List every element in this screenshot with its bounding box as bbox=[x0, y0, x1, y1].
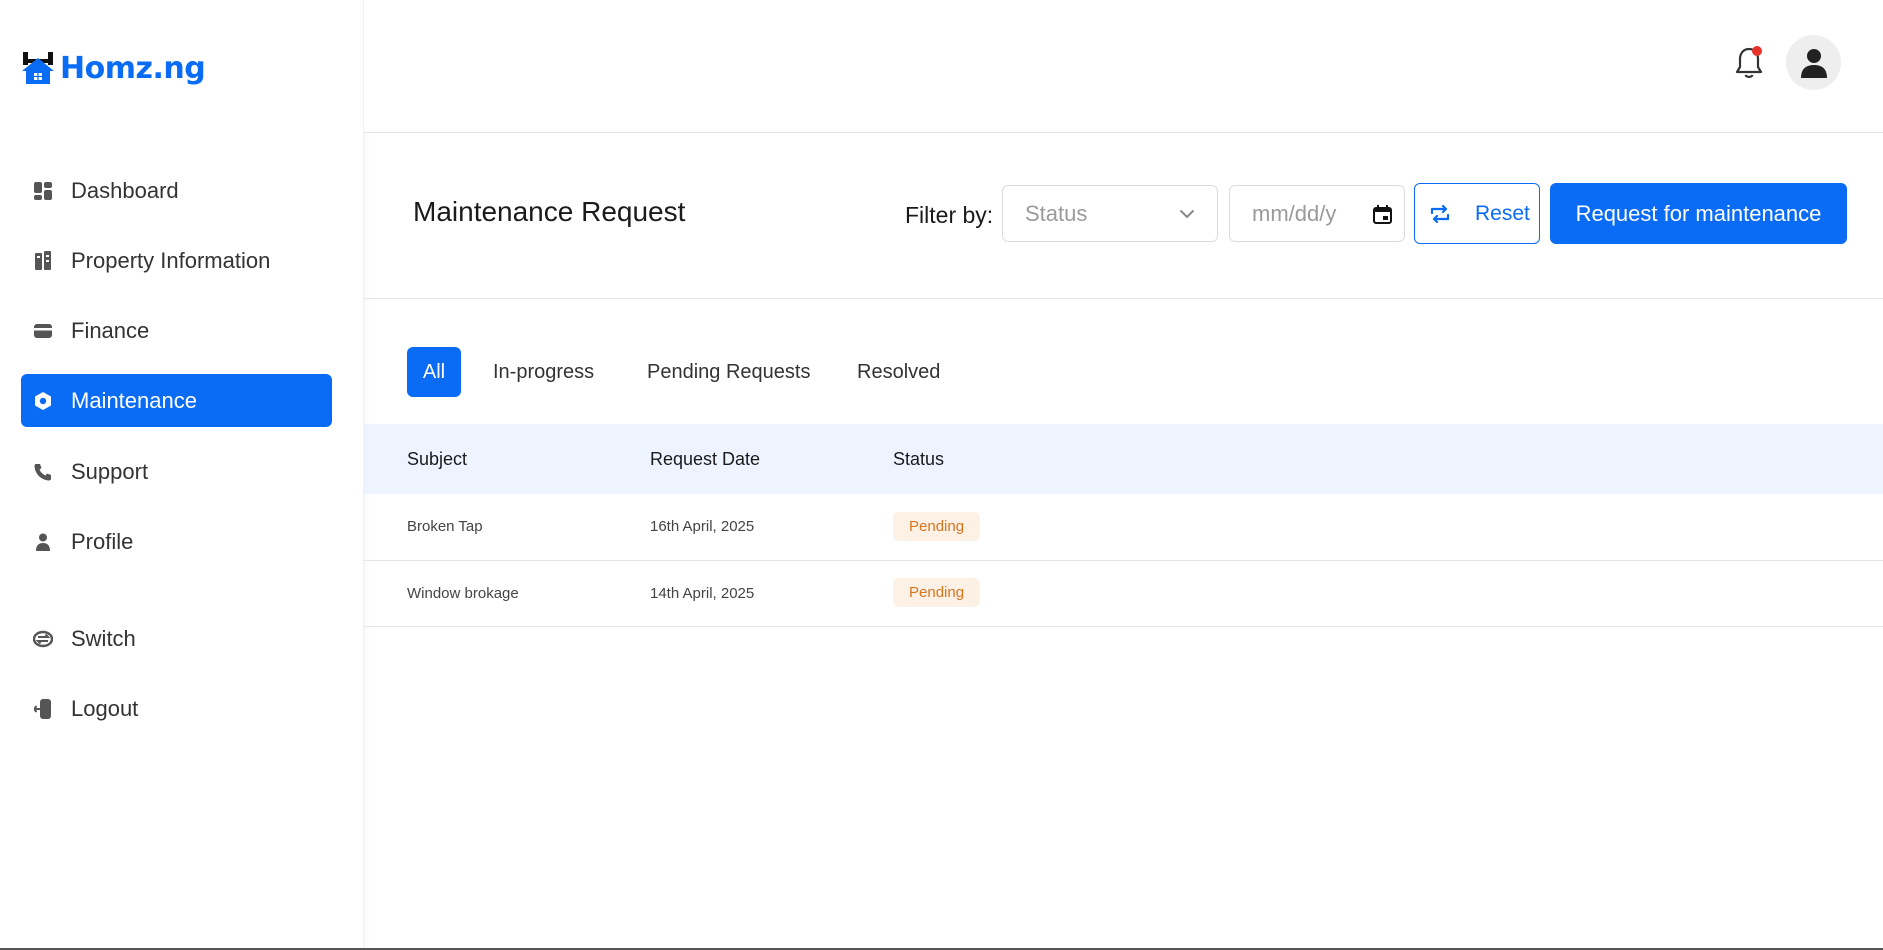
calendar-icon[interactable] bbox=[1373, 205, 1392, 224]
refresh-icon bbox=[1430, 204, 1450, 223]
table-row[interactable] bbox=[364, 494, 1883, 561]
row-request-date: 16th April, 2025 bbox=[650, 518, 755, 535]
request-maintenance-button[interactable]: Request for maintenance bbox=[1550, 183, 1847, 244]
avatar[interactable] bbox=[1786, 35, 1841, 90]
sidebar-item-logout[interactable]: Logout bbox=[21, 682, 332, 735]
status-badge: Pending bbox=[893, 578, 981, 607]
sidebar: Homz.ng Dashboard Property Information F… bbox=[0, 0, 364, 950]
sidebar-item-label: Dashboard bbox=[71, 177, 179, 203]
phone-icon bbox=[33, 462, 53, 482]
sidebar-item-label: Logout bbox=[71, 695, 139, 721]
sidebar-item-label: Maintenance bbox=[71, 387, 197, 413]
logout-icon bbox=[33, 698, 53, 719]
wallet-icon bbox=[33, 321, 53, 341]
tab-in-progress[interactable]: In-progress bbox=[477, 347, 610, 397]
status-select-value: Status bbox=[1025, 200, 1088, 226]
sidebar-item-maintenance[interactable]: Maintenance bbox=[21, 374, 332, 427]
building-icon bbox=[33, 250, 53, 271]
reset-button[interactable]: Reset bbox=[1414, 183, 1540, 244]
brand-name: Homz.ng bbox=[60, 50, 206, 86]
sidebar-item-profile[interactable]: Profile bbox=[21, 515, 332, 568]
status-select[interactable]: Status bbox=[1002, 185, 1218, 242]
filter-label: Filter by: bbox=[905, 202, 994, 228]
sidebar-item-label: Finance bbox=[71, 317, 150, 343]
sidebar-item-property-information[interactable]: Property Information bbox=[21, 234, 332, 287]
app-root: Homz.ng Dashboard Property Information F… bbox=[0, 0, 1883, 950]
row-request-date: 14th April, 2025 bbox=[650, 585, 755, 602]
maintenance-icon bbox=[33, 391, 53, 411]
sidebar-item-finance[interactable]: Finance bbox=[21, 304, 332, 357]
reset-button-label: Reset bbox=[1475, 201, 1530, 225]
column-header-request-date: Request Date bbox=[650, 449, 761, 469]
date-input-placeholder: mm/dd/y bbox=[1252, 200, 1337, 226]
dashboard-icon bbox=[33, 181, 53, 201]
top-bar bbox=[364, 0, 1883, 133]
row-subject: Window brokage bbox=[407, 585, 519, 602]
user-icon bbox=[1800, 48, 1827, 78]
notification-dot bbox=[1752, 46, 1762, 56]
sidebar-item-label: Property Information bbox=[71, 247, 271, 273]
table-row[interactable] bbox=[364, 560, 1883, 627]
sidebar-item-dashboard[interactable]: Dashboard bbox=[21, 164, 332, 217]
sidebar-item-label: Profile bbox=[71, 528, 134, 554]
status-badge: Pending bbox=[893, 512, 981, 541]
sidebar-item-support[interactable]: Support bbox=[21, 445, 332, 498]
date-input[interactable]: mm/dd/y bbox=[1229, 185, 1405, 242]
page-title: Maintenance Request bbox=[413, 196, 686, 227]
logo[interactable]: Homz.ng bbox=[20, 48, 206, 88]
row-subject: Broken Tap bbox=[407, 518, 483, 535]
person-icon bbox=[33, 532, 53, 552]
house-logo-icon bbox=[22, 52, 54, 84]
column-header-status: Status bbox=[893, 449, 945, 469]
table-header bbox=[364, 424, 1883, 494]
chevron-down-icon bbox=[1179, 209, 1195, 218]
tab-all[interactable]: All bbox=[407, 347, 461, 397]
tab-resolved[interactable]: Resolved bbox=[841, 347, 956, 397]
switch-icon bbox=[33, 629, 53, 649]
sidebar-item-switch[interactable]: Switch bbox=[21, 612, 332, 665]
sidebar-item-label: Switch bbox=[71, 625, 136, 651]
sidebar-item-label: Support bbox=[71, 458, 149, 484]
tab-pending-requests[interactable]: Pending Requests bbox=[631, 347, 826, 397]
column-header-subject: Subject bbox=[407, 449, 468, 469]
